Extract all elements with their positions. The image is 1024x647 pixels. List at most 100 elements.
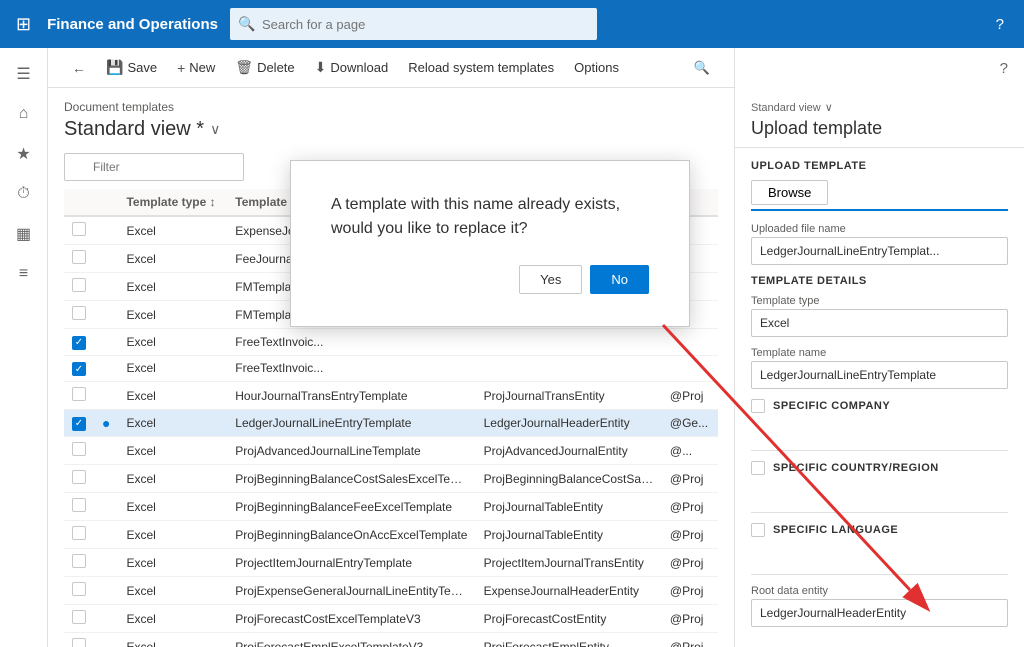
- row-entity: [476, 329, 662, 356]
- reload-button[interactable]: Reload system templates: [400, 56, 562, 79]
- table-row[interactable]: ExcelProjForecastEmplExcelTemplateV3Proj…: [64, 633, 718, 647]
- row-entity: [476, 355, 662, 382]
- title-chevron-icon[interactable]: ∨: [210, 121, 220, 138]
- dialog-no-button[interactable]: No: [590, 265, 649, 294]
- row-extra: @Ge...: [662, 410, 718, 437]
- row-checkbox[interactable]: [72, 610, 86, 624]
- save-icon: 💾: [106, 59, 123, 76]
- row-checkbox[interactable]: [72, 442, 86, 456]
- row-checkbox[interactable]: [72, 278, 86, 292]
- specific-company-field[interactable]: [751, 423, 1008, 451]
- row-entity: ProjJournalTableEntity: [476, 521, 662, 549]
- uploaded-file-input[interactable]: [751, 237, 1008, 265]
- panel-view-label[interactable]: Standard view ∨: [751, 101, 1008, 114]
- table-row[interactable]: ExcelProjectItemJournalEntryTemplateProj…: [64, 549, 718, 577]
- col-header-status: [94, 189, 118, 216]
- row-entity: ProjAdvancedJournalEntity: [476, 437, 662, 465]
- upload-section-label: UPLOAD TEMPLATE: [751, 160, 1008, 172]
- search-input[interactable]: [230, 8, 597, 40]
- back-icon: ←: [72, 60, 86, 76]
- table-row[interactable]: ExcelProjBeginningBalanceFeeExcelTemplat…: [64, 493, 718, 521]
- row-type: Excel: [118, 329, 227, 356]
- sidebar-icon-favorites[interactable]: ★: [6, 136, 42, 172]
- row-checkbox[interactable]: [72, 498, 86, 512]
- row-checkbox[interactable]: ✓: [72, 336, 86, 350]
- row-checkbox[interactable]: [72, 250, 86, 264]
- row-type: Excel: [118, 382, 227, 410]
- row-checkbox[interactable]: ✓: [72, 362, 86, 376]
- dialog-yes-button[interactable]: Yes: [519, 265, 582, 294]
- row-checkbox[interactable]: [72, 470, 86, 484]
- panel-chevron-icon: ∨: [825, 101, 833, 114]
- back-button[interactable]: ←: [64, 56, 94, 80]
- left-sidebar: ☰ ⌂ ★ ⏱ ▦ ≡: [0, 48, 48, 647]
- row-name: LedgerJournalLineEntryTemplate: [227, 410, 475, 437]
- toolbar-search-button[interactable]: 🔍: [686, 56, 718, 80]
- row-extra: @Proj: [662, 521, 718, 549]
- panel-help-icon[interactable]: ?: [992, 52, 1016, 85]
- sidebar-icon-home[interactable]: ⌂: [6, 96, 42, 132]
- template-name-input[interactable]: [751, 361, 1008, 389]
- specific-language-checkbox[interactable]: [751, 523, 765, 537]
- row-checkbox[interactable]: [72, 387, 86, 401]
- row-extra: [662, 355, 718, 382]
- help-icon[interactable]: ?: [988, 8, 1012, 41]
- filter-input[interactable]: [64, 153, 244, 181]
- table-row[interactable]: ✓ExcelFreeTextInvoic...: [64, 329, 718, 356]
- root-entity-input[interactable]: [751, 599, 1008, 627]
- row-type: Excel: [118, 633, 227, 647]
- new-button[interactable]: + New: [169, 56, 223, 80]
- table-row[interactable]: ExcelHourJournalTransEntryTemplateProjJo…: [64, 382, 718, 410]
- specific-country-field[interactable]: [751, 485, 1008, 513]
- row-type: Excel: [118, 549, 227, 577]
- row-checkbox[interactable]: ✓: [72, 417, 86, 431]
- row-entity: ProjectItemJournalTransEntity: [476, 549, 662, 577]
- row-name: ProjForecastEmplExcelTemplateV3: [227, 633, 475, 647]
- specific-country-row: SPECIFIC COUNTRY/REGION: [751, 461, 1008, 475]
- template-type-input[interactable]: [751, 309, 1008, 337]
- sidebar-icon-workspaces[interactable]: ▦: [6, 216, 42, 252]
- sidebar-icon-recent[interactable]: ⏱: [6, 176, 42, 212]
- row-checkbox[interactable]: [72, 306, 86, 320]
- table-row[interactable]: ✓ExcelFreeTextInvoic...: [64, 355, 718, 382]
- table-row[interactable]: ExcelProjExpenseGeneralJournalLineEntity…: [64, 577, 718, 605]
- root-entity-label: Root data entity: [751, 585, 1008, 597]
- browse-button[interactable]: Browse: [751, 180, 828, 205]
- row-name: ProjBeginningBalanceFeeExcelTemplate: [227, 493, 475, 521]
- row-entity: ProjJournalTableEntity: [476, 493, 662, 521]
- col-header-type[interactable]: Template type ↕: [118, 189, 227, 216]
- specific-language-field[interactable]: [751, 547, 1008, 575]
- top-nav: ⊞ Finance and Operations 🔍 ?: [0, 0, 1024, 48]
- table-row[interactable]: ExcelProjBeginningBalanceOnAccExcelTempl…: [64, 521, 718, 549]
- specific-company-row: SPECIFIC COMPANY: [751, 399, 1008, 413]
- template-details-label: TEMPLATE DETAILS: [751, 275, 1008, 287]
- template-name-label: Template name: [751, 347, 1008, 359]
- row-type: Excel: [118, 301, 227, 329]
- row-checkbox[interactable]: [72, 554, 86, 568]
- row-checkbox[interactable]: [72, 526, 86, 540]
- row-name: HourJournalTransEntryTemplate: [227, 382, 475, 410]
- table-row[interactable]: ExcelProjForecastCostExcelTemplateV3Proj…: [64, 605, 718, 633]
- row-type: Excel: [118, 493, 227, 521]
- search-icon-toolbar: 🔍: [694, 60, 710, 76]
- specific-company-checkbox[interactable]: [751, 399, 765, 413]
- table-row[interactable]: ✓●ExcelLedgerJournalLineEntryTemplateLed…: [64, 410, 718, 437]
- row-checkbox[interactable]: [72, 222, 86, 236]
- panel-title: Upload template: [751, 118, 1008, 139]
- sidebar-icon-modules[interactable]: ≡: [6, 256, 42, 292]
- table-row[interactable]: ExcelProjAdvancedJournalLineTemplateProj…: [64, 437, 718, 465]
- row-extra: @Proj: [662, 633, 718, 647]
- table-row[interactable]: ExcelProjBeginningBalanceCostSalesExcelT…: [64, 465, 718, 493]
- row-checkbox[interactable]: [72, 582, 86, 596]
- save-button[interactable]: 💾 Save: [98, 55, 165, 80]
- download-button[interactable]: ⬇ Download: [307, 55, 397, 80]
- row-extra: @Proj: [662, 605, 718, 633]
- waffle-icon[interactable]: ⊞: [12, 10, 35, 39]
- panel-body: UPLOAD TEMPLATE Browse Uploaded file nam…: [735, 148, 1024, 647]
- specific-country-checkbox[interactable]: [751, 461, 765, 475]
- page-title: Standard view * ∨: [64, 118, 718, 141]
- row-checkbox[interactable]: [72, 638, 86, 647]
- options-button[interactable]: Options: [566, 56, 627, 79]
- delete-button[interactable]: 🗑 Delete: [227, 55, 302, 80]
- sidebar-icon-menu[interactable]: ☰: [6, 56, 42, 92]
